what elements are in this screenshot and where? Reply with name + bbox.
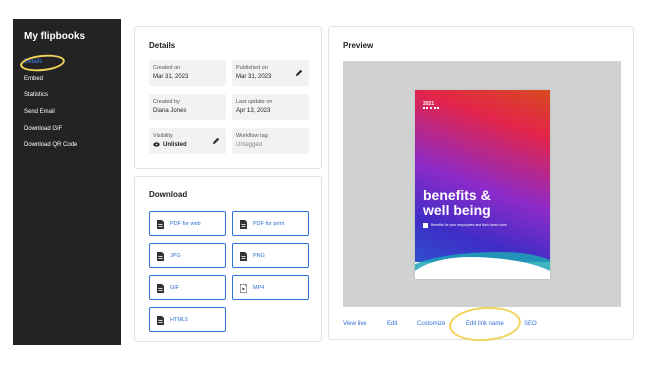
jpg-button[interactable]: JPG: [149, 243, 226, 268]
created-by-label: Created by: [153, 99, 180, 105]
pdf-for-web-button[interactable]: PDF for web: [149, 211, 226, 236]
video-file-icon: [240, 284, 247, 293]
sidebar-title: My flipbooks: [24, 31, 86, 42]
png-button[interactable]: PNG: [232, 243, 309, 268]
visibility-value: Unlisted: [163, 142, 187, 149]
created-by-card: Created by Diana Jones: [149, 94, 226, 120]
pencil-icon[interactable]: [295, 69, 303, 77]
workflow-tag-card: Workflow tag Untagged: [232, 128, 309, 154]
published-on-card: Published on Mar 31, 2023: [232, 60, 309, 86]
file-icon: [157, 316, 164, 325]
details-title: Details: [149, 41, 176, 50]
sidebar-item-send-email[interactable]: Send Email: [24, 109, 55, 115]
pencil-icon[interactable]: [212, 137, 220, 145]
eye-icon: [153, 142, 160, 147]
png-label: PNG: [253, 253, 265, 259]
seo-link[interactable]: SEO: [524, 321, 537, 327]
workflow-tag-value: Untagged: [236, 142, 263, 148]
details-panel: Details Created on Mar 31, 2023 Publishe…: [134, 26, 322, 169]
published-on-label: Published on: [236, 65, 268, 71]
gif-label: GIF: [170, 285, 180, 291]
visibility-card: Visibility Unlisted: [149, 128, 226, 154]
cover-title: benefits & well being: [423, 188, 548, 218]
last-update-label: Last update on: [236, 99, 273, 105]
customize-link[interactable]: Customize: [417, 321, 445, 327]
mp4-button[interactable]: MP4: [232, 275, 309, 300]
last-update-card: Last update on Apr 13, 2023: [232, 94, 309, 120]
cover-title-line2: well being: [423, 202, 491, 218]
cover-dots: [423, 107, 439, 109]
html5-button[interactable]: HTML5: [149, 307, 226, 332]
sidebar: My flipbooks Details Embed Statistics Se…: [13, 19, 121, 345]
sidebar-item-statistics[interactable]: Statistics: [24, 92, 48, 98]
created-on-value: Mar 31, 2023: [153, 74, 189, 80]
cover-gradient: [415, 90, 550, 262]
html5-label: HTML5: [170, 317, 189, 323]
visibility-value-wrap: Unlisted: [153, 142, 187, 148]
preview-area: 2021 benefits & well being Benefits for …: [343, 61, 621, 307]
file-icon: [240, 252, 247, 261]
visibility-label: Visibility: [153, 133, 173, 139]
gif-button[interactable]: GIF: [149, 275, 226, 300]
created-on-label: Created on: [153, 65, 181, 71]
file-icon: [157, 252, 164, 261]
highlight-annotation: [447, 304, 523, 344]
file-icon: [240, 220, 247, 229]
sidebar-item-download-qr-code[interactable]: Download QR Code: [24, 142, 77, 148]
mp4-label: MP4: [253, 285, 265, 291]
file-icon: [157, 220, 164, 229]
sidebar-item-embed[interactable]: Embed: [24, 76, 43, 82]
flipbook-cover[interactable]: 2021 benefits & well being Benefits for …: [415, 90, 550, 279]
pdf-for-web-label: PDF for web: [170, 221, 201, 227]
download-title: Download: [149, 190, 188, 199]
workflow-tag-label: Workflow tag: [236, 133, 268, 139]
pdf-for-print-button[interactable]: PDF for print: [232, 211, 309, 236]
cover-title-line1: benefits &: [423, 187, 491, 203]
file-icon: [157, 284, 164, 293]
highlight-annotation: [19, 52, 66, 74]
created-on-card: Created on Mar 31, 2023: [149, 60, 226, 86]
download-panel: Download PDF for web PDF for print JPG P…: [134, 176, 322, 342]
jpg-label: JPG: [170, 253, 181, 259]
preview-panel: Preview 2021 benefits & well being Benef…: [328, 26, 634, 344]
view-live-link[interactable]: View live: [343, 321, 367, 327]
pdf-for-print-label: PDF for print: [253, 221, 285, 227]
last-update-value: Apr 13, 2023: [236, 108, 271, 114]
preview-title: Preview: [343, 41, 374, 50]
cover-subtitle: Benefits for your employees and their lo…: [431, 223, 507, 227]
created-by-value: Diana Jones: [153, 108, 187, 114]
published-on-value: Mar 31, 2023: [236, 74, 272, 80]
cover-square: [423, 223, 428, 228]
sidebar-item-download-gif[interactable]: Download GIF: [24, 126, 62, 132]
edit-link[interactable]: Edit: [387, 321, 397, 327]
